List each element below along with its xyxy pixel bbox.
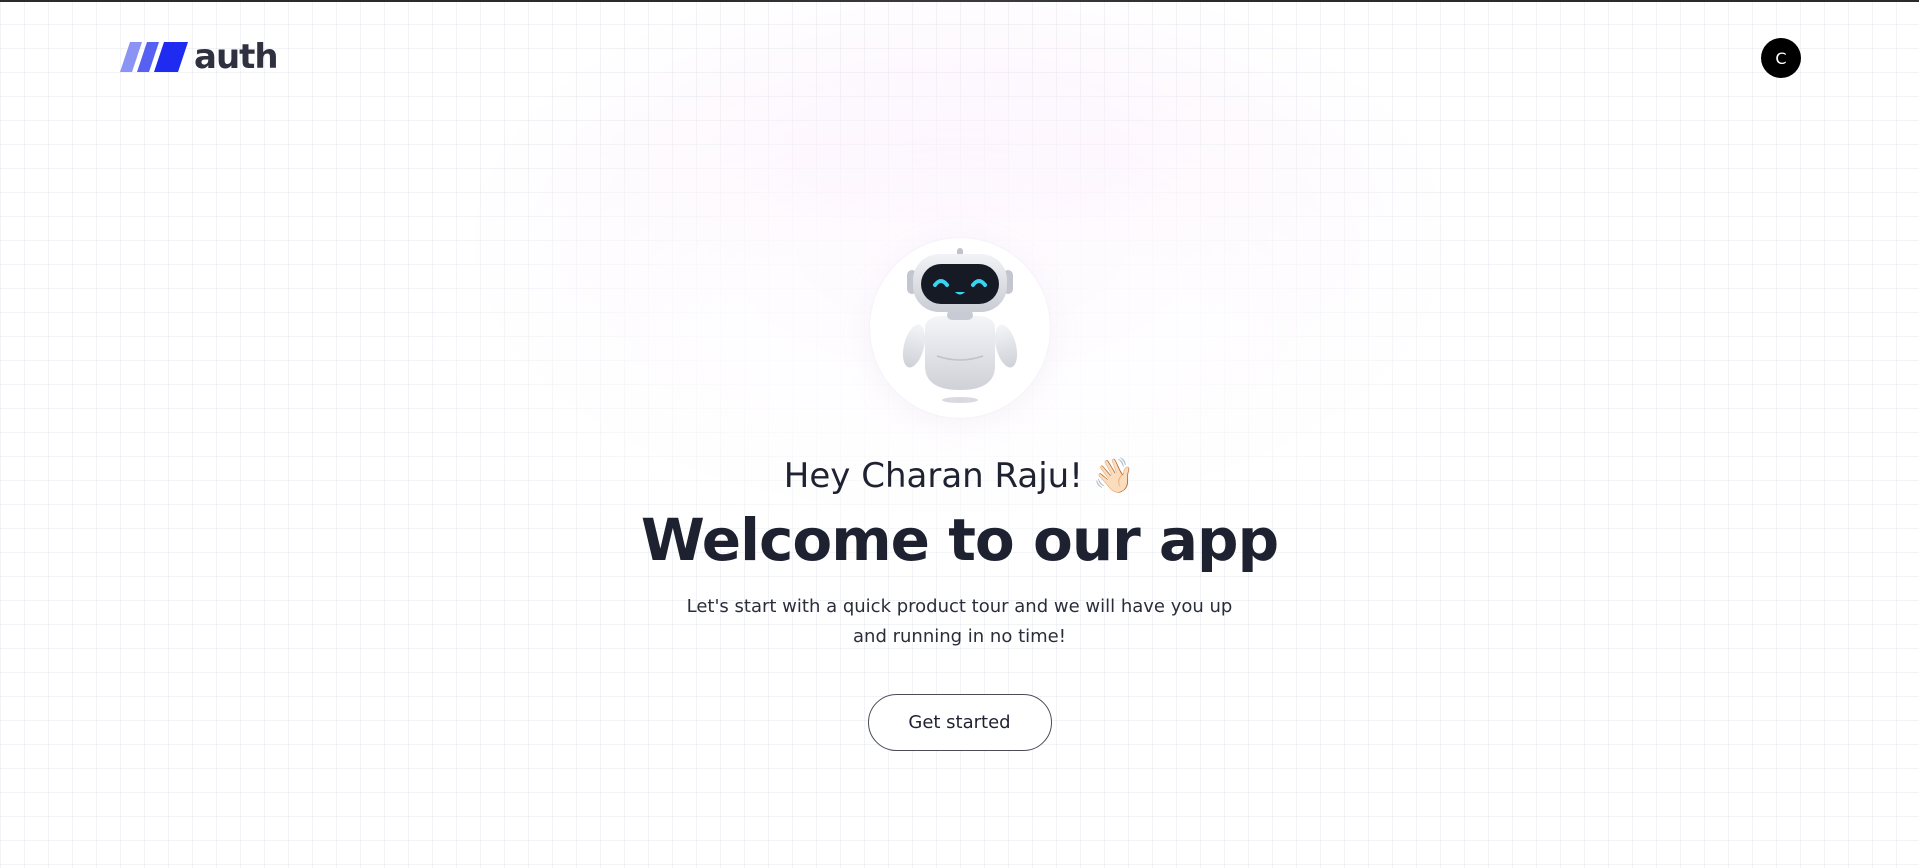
waving-hand-icon: 👋🏻 (1092, 456, 1136, 496)
user-avatar-button[interactable]: C (1761, 38, 1801, 78)
get-started-button[interactable]: Get started (867, 694, 1052, 751)
greeting-text: Hey Charan Raju! (783, 456, 1083, 496)
logo-link[interactable]: auth (120, 37, 279, 77)
top-header: auth C (0, 2, 1919, 114)
greeting-heading: Hey Charan Raju! 👋🏻 (784, 456, 1135, 496)
robot-icon (902, 248, 1017, 403)
robot-avatar-circle (869, 238, 1050, 418)
page-title: Welcome to our app (640, 506, 1279, 574)
intro-description: Let's start with a quick product tour an… (686, 596, 1233, 647)
logo-text: auth (194, 37, 279, 77)
logo-icon (120, 42, 188, 72)
welcome-hero: Hey Charan Raju! 👋🏻 Welcome to our app L… (0, 238, 1919, 751)
